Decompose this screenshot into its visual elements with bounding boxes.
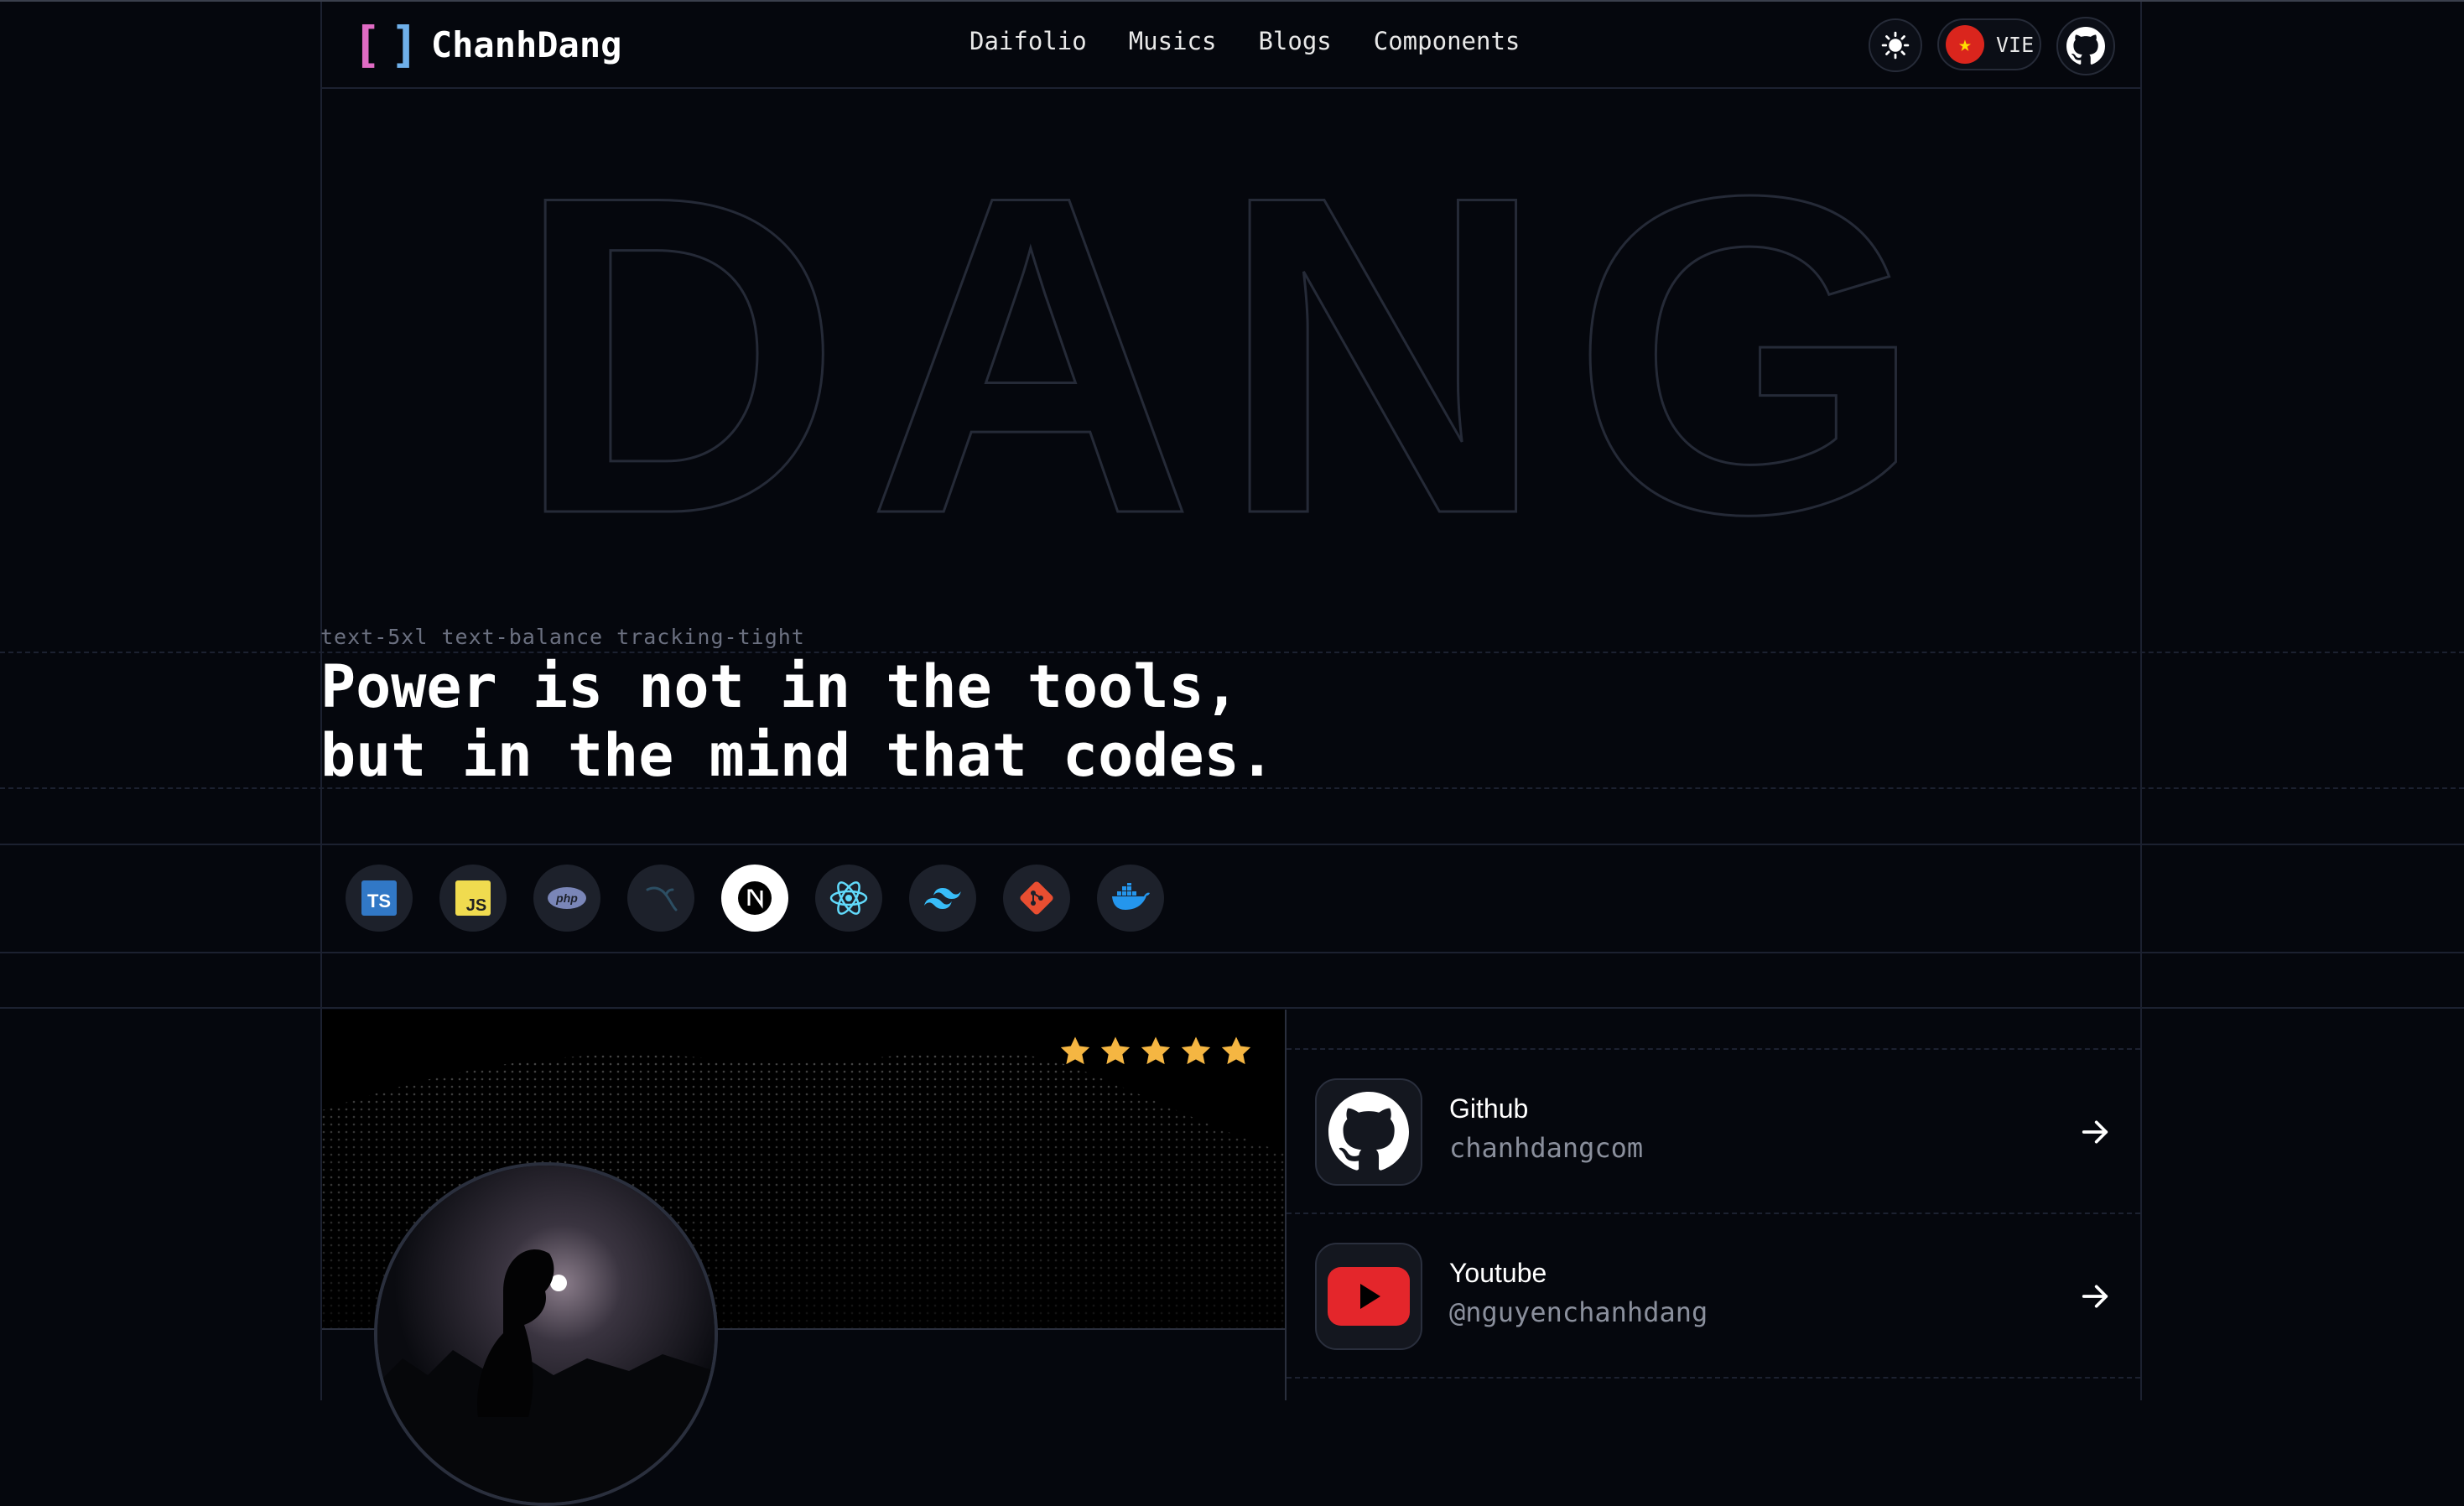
nav-item-musics[interactable]: Musics [1129, 27, 1217, 55]
youtube-icon [1328, 1267, 1410, 1326]
tech-stack: TS JS php [346, 865, 1164, 932]
header-divider [320, 87, 2142, 89]
github-link-card[interactable]: Github chanhdangcom [1287, 1050, 2140, 1213]
sun-icon [1881, 31, 1910, 60]
hero-quote: Power is not in the tools, but in the mi… [320, 652, 1275, 790]
rating-stars [1058, 1035, 1253, 1068]
github-icon [2066, 27, 2105, 65]
language-label: VIE [1996, 32, 2035, 57]
logo-bracket-right: ] [389, 16, 419, 73]
docker-icon[interactable] [1097, 865, 1164, 932]
star-icon [1141, 1036, 1171, 1065]
hero-caption: text-5xl text-balance tracking-tight [320, 625, 805, 649]
youtube-link-card[interactable]: Youtube @nguyenchanhdang [1287, 1214, 2140, 1377]
site-logo[interactable]: [ ] ChanhDang [352, 18, 621, 70]
logo-name: ChanhDang [430, 23, 622, 65]
javascript-icon[interactable]: JS [439, 865, 507, 932]
nav-item-blogs[interactable]: Blogs [1258, 27, 1331, 55]
main-nav: Daifolio Musics Blogs Components [969, 27, 1520, 55]
hero-quote-line-1: Power is not in the tools, [320, 652, 1240, 721]
php-icon-label: php [555, 891, 578, 905]
javascript-icon-label: JS [466, 896, 486, 915]
avatar [374, 1162, 718, 1506]
nav-item-components[interactable]: Components [1374, 27, 1521, 55]
logo-bracket-left: [ [352, 16, 382, 73]
divider-tech-top [0, 844, 2464, 845]
arrow-right-icon [2082, 1120, 2108, 1144]
star-icon [1221, 1036, 1251, 1065]
github-card-title: Github [1449, 1093, 1529, 1124]
github-icon [1328, 1092, 1409, 1171]
avatar-photo [377, 1166, 715, 1503]
github-card-handle: chanhdangcom [1449, 1132, 1644, 1164]
hero-big-text: DANG [514, 126, 1949, 545]
youtube-card-handle: @nguyenchanhdang [1449, 1296, 1708, 1328]
language-switcher[interactable]: ★ VIE [1937, 18, 2041, 70]
star-icon [1181, 1036, 1211, 1065]
arrow-right-icon [2082, 1285, 2108, 1308]
typescript-icon-label: TS [367, 891, 391, 911]
card-divider-2 [1287, 1377, 2140, 1379]
theme-toggle-button[interactable] [1869, 18, 1922, 72]
hero-quote-line-2: but in the mind that codes. [320, 721, 1275, 790]
youtube-card-icon-box [1315, 1243, 1422, 1350]
vietnam-flag-icon: ★ [1946, 25, 1984, 64]
star-icon [1100, 1036, 1131, 1065]
nav-item-daifolio[interactable]: Daifolio [969, 27, 1087, 55]
git-icon[interactable] [1003, 865, 1070, 932]
youtube-card-title: Youtube [1449, 1258, 1547, 1288]
github-header-button[interactable] [2056, 17, 2115, 75]
typescript-icon[interactable]: TS [346, 865, 413, 932]
divider-profile-top [0, 1007, 2464, 1009]
top-border [0, 0, 2464, 2]
tailwind-icon[interactable] [909, 865, 976, 932]
divider-tech-bottom [0, 952, 2464, 953]
hero-big-text-label: DANG [515, 126, 1949, 545]
php-icon[interactable]: php [533, 865, 600, 932]
mysql-icon[interactable] [627, 865, 694, 932]
react-icon[interactable] [815, 865, 882, 932]
nextjs-icon[interactable] [721, 865, 788, 932]
star-icon [1060, 1036, 1090, 1065]
github-card-icon-box [1315, 1078, 1422, 1186]
